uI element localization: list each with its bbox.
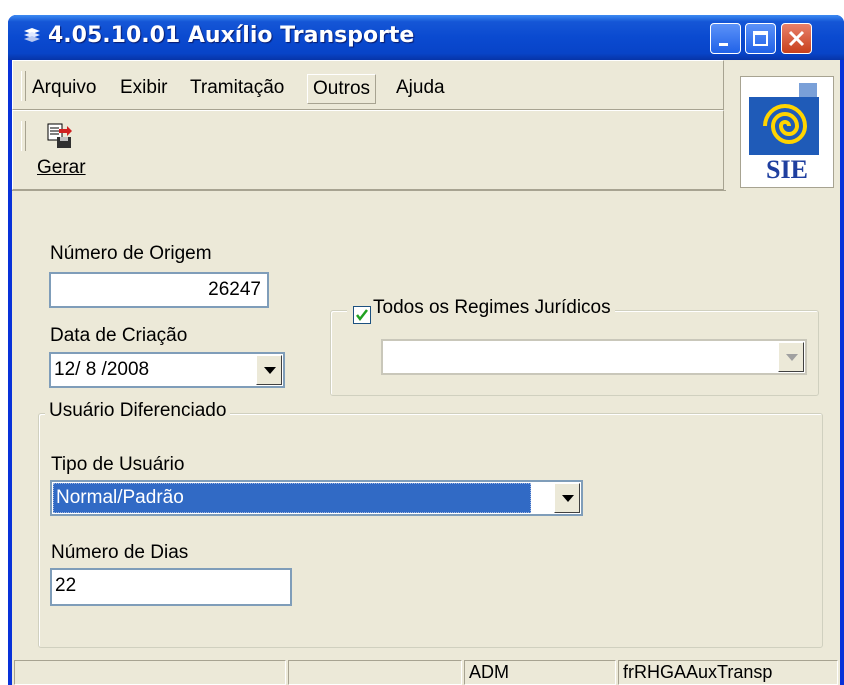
menu-ajuda[interactable]: Ajuda [391,74,450,102]
client-area: Arquivo Exibir Tramitação Outros Ajuda G… [12,60,840,685]
menu-outros[interactable]: Outros [307,74,377,104]
menu-bar: Arquivo Exibir Tramitação Outros Ajuda [12,60,724,110]
toolbar: Gerar [12,110,724,190]
menu-arquivo[interactable]: Arquivo [27,74,101,102]
numero-origem-input[interactable]: 26247 [49,272,269,308]
gerar-button[interactable]: Gerar [35,119,87,183]
numero-dias-value: 22 [55,575,77,596]
data-criacao-value: 12/ 8 /2008 [54,359,150,380]
data-criacao-label: Data de Criação [50,325,188,346]
toolbar-grip[interactable] [21,121,26,151]
regime-juridico-select[interactable] [381,339,807,375]
checkmark-icon [356,309,368,322]
sie-logo-text: SIE [766,155,808,184]
numero-dias-input[interactable]: 22 [50,568,292,606]
status-panel-1 [14,660,286,685]
numero-origem-label: Número de Origem [50,243,212,264]
usuario-diferenciado-group: Usuário Diferenciado Tipo de Usuário Nor… [38,400,823,648]
sie-logo: SIE [740,76,834,188]
window-title: 4.05.10.01 Auxílio Transporte [48,23,415,48]
usuario-diferenciado-legend: Usuário Diferenciado [45,400,231,422]
maximize-button[interactable] [745,23,776,54]
menu-grip[interactable] [21,71,26,101]
toolbar-area: Arquivo Exibir Tramitação Outros Ajuda G… [12,60,726,191]
maximize-icon [753,31,768,46]
minimize-icon [719,43,728,46]
app-window: 4.05.10.01 Auxílio Transporte Arquivo Ex… [8,15,844,685]
app-icon [24,28,40,42]
tipo-usuario-dropdown-button[interactable] [554,483,580,513]
menu-tramitacao[interactable]: Tramitação [185,74,289,102]
minimize-button[interactable] [710,23,741,54]
numero-dias-label: Número de Dias [51,542,189,563]
tipo-usuario-value: Normal/Padrão [56,487,184,508]
data-criacao-dropdown-button[interactable] [256,355,282,385]
status-panel-user: ADM [464,660,616,685]
status-panel-form: frRHGAAuxTransp [618,660,838,685]
tipo-usuario-label: Tipo de Usuário [51,454,185,475]
title-bar[interactable]: 4.05.10.01 Auxílio Transporte [8,15,844,60]
close-button[interactable] [781,23,812,54]
regimes-checkbox-label[interactable]: Todos os Regimes Jurídicos [347,297,615,319]
regime-juridico-dropdown-button[interactable] [778,342,804,372]
regimes-group: Todos os Regimes Jurídicos [330,297,819,396]
status-panel-2 [288,660,462,685]
numero-origem-value: 26247 [208,279,261,300]
tipo-usuario-select[interactable]: Normal/Padrão [50,480,583,516]
close-icon [788,30,805,47]
generate-document-icon [47,123,72,148]
regimes-checkbox[interactable] [353,306,371,324]
status-bar: ADM frRHGAAuxTransp [12,660,840,685]
data-criacao-picker[interactable]: 12/ 8 /2008 [49,352,285,388]
menu-exibir[interactable]: Exibir [115,74,173,102]
gerar-label: Gerar [37,157,86,178]
